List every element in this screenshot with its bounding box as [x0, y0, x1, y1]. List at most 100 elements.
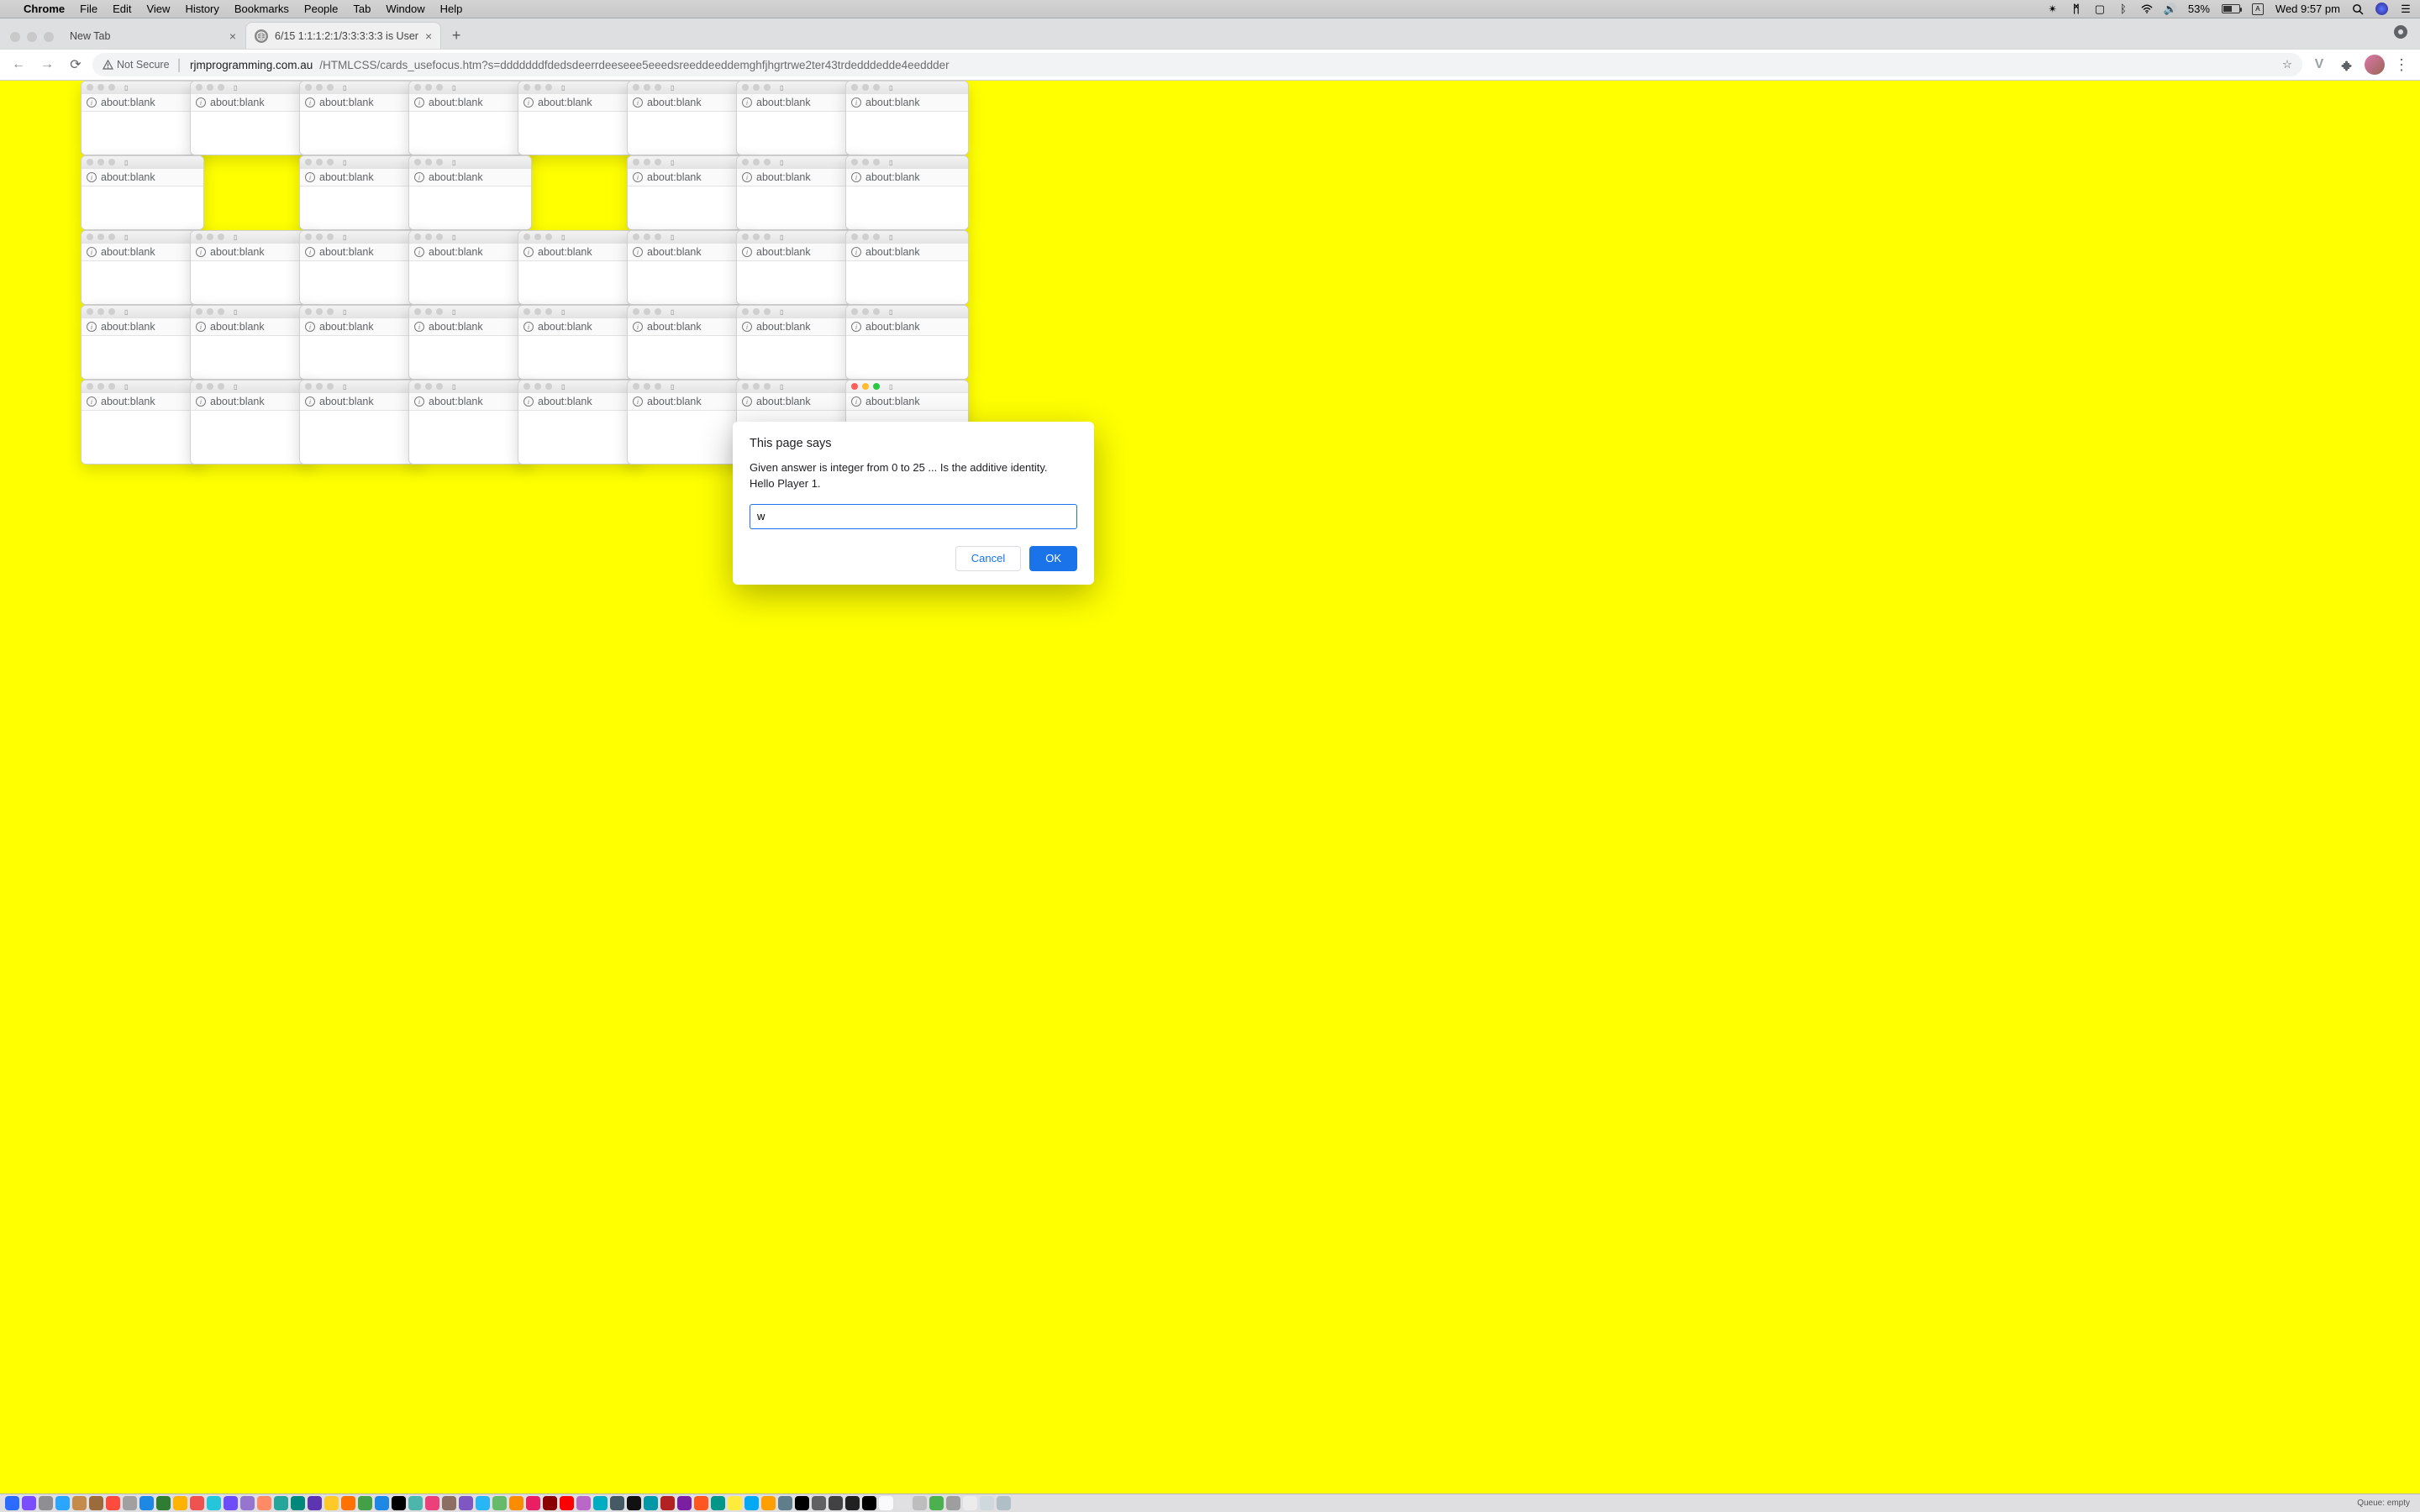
popup-address-bar[interactable]: iabout:blank [300, 168, 422, 186]
popup-address-bar[interactable]: iabout:blank [409, 93, 531, 112]
info-icon[interactable]: i [742, 172, 752, 182]
popup-titlebar[interactable]: ▯ [300, 381, 422, 392]
dock-app-icon[interactable] [207, 1496, 221, 1510]
popup-titlebar[interactable]: ▯ [82, 156, 203, 168]
info-icon[interactable]: i [414, 247, 424, 257]
profile-avatar[interactable] [2365, 55, 2385, 75]
dock-app-icon[interactable] [476, 1496, 490, 1510]
dock-app-icon[interactable] [509, 1496, 523, 1510]
popup-address-bar[interactable]: iabout:blank [82, 392, 203, 411]
info-icon[interactable]: i [523, 322, 534, 332]
bookmark-star-icon[interactable]: ☆ [2282, 58, 2292, 71]
dock-app-icon[interactable] [980, 1496, 994, 1510]
popup-titlebar[interactable]: ▯ [191, 306, 313, 318]
popup-window[interactable]: ▯iabout:blank [736, 230, 860, 305]
popup-titlebar[interactable]: ▯ [846, 231, 968, 243]
popup-window[interactable]: ▯iabout:blank [81, 230, 204, 305]
popup-window[interactable]: ▯iabout:blank [627, 305, 750, 380]
popup-address-bar[interactable]: iabout:blank [628, 392, 750, 411]
info-icon[interactable]: i [633, 322, 643, 332]
dock-app-icon[interactable] [324, 1496, 339, 1510]
popup-address-bar[interactable]: iabout:blank [518, 243, 640, 261]
popup-address-bar[interactable]: iabout:blank [191, 392, 313, 411]
popup-window[interactable]: ▯iabout:blank [845, 230, 969, 305]
popup-titlebar[interactable]: ▯ [82, 81, 203, 93]
tab-active[interactable]: 6/15 1:1:1:2:1/3:3:3:3:3 is User × [245, 22, 441, 49]
volume-icon[interactable]: 🔊 [2165, 3, 2176, 15]
popup-address-bar[interactable]: iabout:blank [82, 243, 203, 261]
popup-window[interactable]: ▯iabout:blank [736, 81, 860, 155]
popup-titlebar[interactable]: ▯ [628, 156, 750, 168]
popup-window[interactable]: ▯iabout:blank [518, 230, 641, 305]
dock-app-icon[interactable] [274, 1496, 288, 1510]
popup-window[interactable]: ▯iabout:blank [81, 380, 204, 465]
popup-titlebar[interactable]: ▯ [737, 231, 859, 243]
popup-titlebar[interactable]: ▯ [628, 306, 750, 318]
menu-file[interactable]: File [80, 3, 97, 15]
dock-app-icon[interactable] [694, 1496, 708, 1510]
back-button[interactable]: ← [7, 53, 30, 76]
popup-address-bar[interactable]: iabout:blank [518, 318, 640, 336]
dock-app-icon[interactable] [190, 1496, 204, 1510]
dock-app-icon[interactable] [576, 1496, 591, 1510]
dock-app-icon[interactable] [946, 1496, 960, 1510]
dock-app-icon[interactable] [442, 1496, 456, 1510]
dock-app-icon[interactable] [156, 1496, 171, 1510]
popup-titlebar[interactable]: ▯ [628, 81, 750, 93]
popup-titlebar[interactable]: ▯ [300, 231, 422, 243]
popup-address-bar[interactable]: iabout:blank [846, 243, 968, 261]
popup-window[interactable]: ▯iabout:blank [845, 305, 969, 380]
popup-window[interactable]: ▯iabout:blank [408, 230, 532, 305]
popup-window[interactable]: ▯iabout:blank [736, 305, 860, 380]
info-icon[interactable]: i [414, 396, 424, 407]
popup-window[interactable]: ▯iabout:blank [299, 81, 423, 155]
dock-app-icon[interactable] [862, 1496, 876, 1510]
dock-app-icon[interactable] [543, 1496, 557, 1510]
menubar-m-icon[interactable]: ᛗ [2070, 3, 2082, 15]
dialog-cancel-button[interactable]: Cancel [955, 546, 1021, 571]
dock-app-icon[interactable] [358, 1496, 372, 1510]
info-icon[interactable]: i [305, 396, 315, 407]
dock-app-icon[interactable] [761, 1496, 776, 1510]
info-icon[interactable]: i [87, 247, 97, 257]
popup-window[interactable]: ▯iabout:blank [190, 380, 313, 465]
dialog-input[interactable] [750, 504, 1077, 529]
omnibox[interactable]: Not Secure │ rjmprogramming.com.au/HTMLC… [92, 53, 2302, 76]
popup-address-bar[interactable]: iabout:blank [191, 243, 313, 261]
popup-titlebar[interactable]: ▯ [628, 381, 750, 392]
tabstrip-right-icon[interactable] [2393, 24, 2420, 49]
dock-app-icon[interactable] [593, 1496, 608, 1510]
popup-address-bar[interactable]: iabout:blank [846, 93, 968, 112]
popup-address-bar[interactable]: iabout:blank [628, 168, 750, 186]
popup-address-bar[interactable]: iabout:blank [82, 318, 203, 336]
popup-window[interactable]: ▯iabout:blank [299, 305, 423, 380]
dock-app-icon[interactable] [492, 1496, 507, 1510]
info-icon[interactable]: i [633, 396, 643, 407]
popup-window[interactable]: ▯iabout:blank [518, 380, 641, 465]
dock-app-icon[interactable] [341, 1496, 355, 1510]
info-icon[interactable]: i [196, 322, 206, 332]
popup-titlebar[interactable]: ▯ [191, 381, 313, 392]
dock-app-icon[interactable] [89, 1496, 103, 1510]
dock-app-icon[interactable] [106, 1496, 120, 1510]
popup-window[interactable]: ▯iabout:blank [627, 155, 750, 230]
popup-address-bar[interactable]: iabout:blank [518, 392, 640, 411]
popup-titlebar[interactable]: ▯ [518, 306, 640, 318]
popup-titlebar[interactable]: ▯ [191, 231, 313, 243]
dock-app-icon[interactable] [744, 1496, 759, 1510]
popup-window[interactable]: ▯iabout:blank [736, 155, 860, 230]
info-icon[interactable]: i [305, 247, 315, 257]
popup-titlebar[interactable]: ▯ [846, 381, 968, 392]
popup-titlebar[interactable]: ▯ [409, 306, 531, 318]
dock-app-icon[interactable] [308, 1496, 322, 1510]
not-secure-badge[interactable]: Not Secure [103, 59, 170, 71]
popup-address-bar[interactable]: iabout:blank [628, 243, 750, 261]
popup-window[interactable]: ▯iabout:blank [408, 305, 532, 380]
dock-app-icon[interactable] [123, 1496, 137, 1510]
popup-window[interactable]: ▯iabout:blank [518, 305, 641, 380]
popup-address-bar[interactable]: iabout:blank [300, 93, 422, 112]
menu-edit[interactable]: Edit [113, 3, 131, 15]
input-source-icon[interactable]: A [2252, 3, 2264, 15]
popup-titlebar[interactable]: ▯ [846, 156, 968, 168]
menu-history[interactable]: History [185, 3, 218, 15]
